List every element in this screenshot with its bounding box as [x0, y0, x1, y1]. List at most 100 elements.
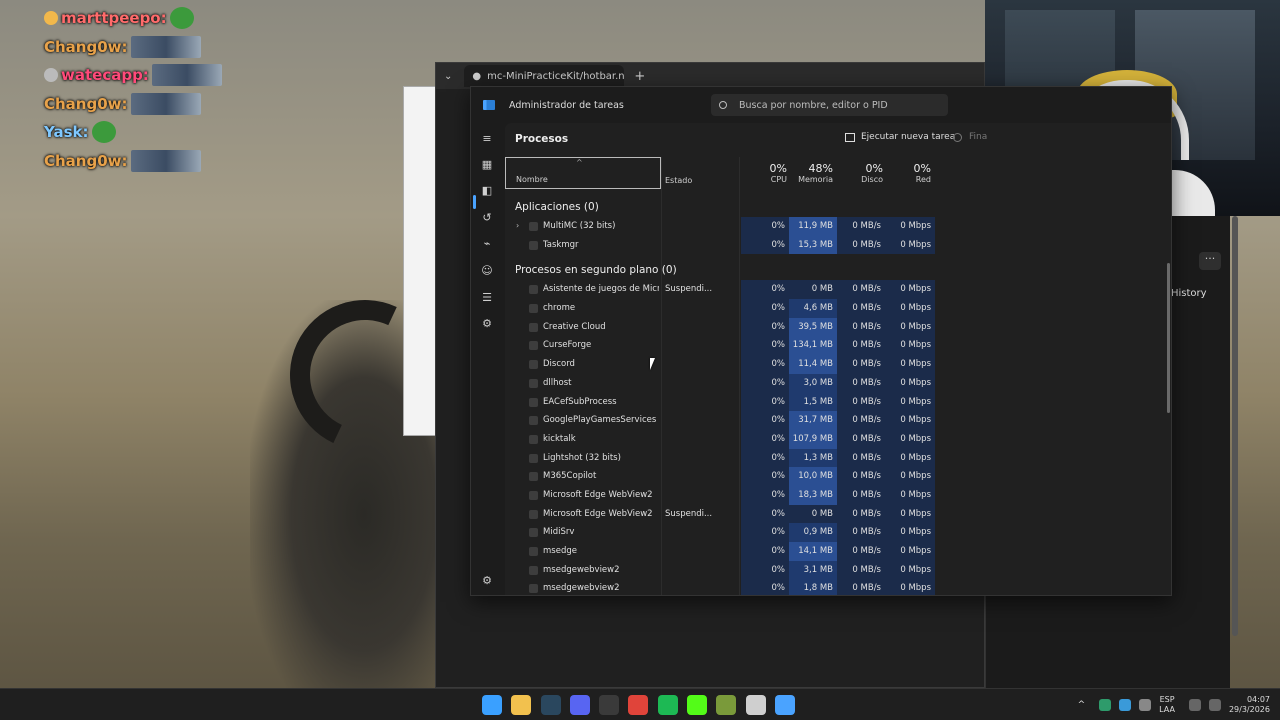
process-name: MultiMC (32 bits) — [543, 221, 616, 231]
process-row[interactable]: CurseForge 0% 134,1 MB 0 MB/s 0 Mbps — [505, 336, 1171, 356]
users-icon[interactable]: ☺ — [481, 265, 493, 277]
mouse-cursor — [650, 358, 655, 370]
tray-app-icon[interactable] — [1139, 699, 1152, 711]
process-disk: 0 MB/s — [837, 485, 885, 505]
process-memory: 0,9 MB — [789, 523, 837, 542]
kick-icon[interactable] — [687, 695, 708, 715]
disk-total: 0% — [865, 162, 883, 175]
processes-icon[interactable]: ▦ — [481, 159, 493, 171]
history-button[interactable]: History — [1171, 288, 1207, 299]
expand-chevron-icon[interactable]: › — [516, 221, 519, 230]
process-row[interactable]: Microsoft Edge WebView2 0% 18,3 MB 0 MB/s 0 … — [505, 485, 1171, 505]
task-manager-window[interactable]: Administrador de tareas Busca por nombre… — [470, 86, 1172, 596]
clock-time: 04:07 — [1246, 695, 1270, 704]
new-tab-icon[interactable]: + — [634, 69, 645, 84]
column-network-label: Red — [915, 175, 931, 184]
process-name: Microsoft Edge WebView2 — [543, 508, 653, 519]
process-network: 0 Mbps — [885, 373, 935, 393]
startup-apps-icon[interactable]: ⌁ — [481, 238, 493, 250]
process-row[interactable]: kicktalk 0% 107,9 MB 0 MB/s 0 Mbps — [505, 429, 1171, 449]
network-icon[interactable] — [1188, 699, 1201, 711]
language-indicator[interactable]: ESP LAA — [1159, 695, 1175, 715]
column-header-status[interactable]: Estado — [665, 157, 692, 189]
end-task-button[interactable]: Fina — [953, 132, 987, 142]
process-disk: 0 MB/s — [837, 355, 885, 374]
process-disk: 0 MB/s — [837, 411, 885, 430]
steam-icon[interactable] — [540, 695, 561, 715]
browser-scrollbar[interactable] — [1232, 216, 1238, 636]
discord-icon[interactable] — [569, 695, 590, 715]
process-name: Discord — [543, 359, 575, 370]
performance-icon[interactable]: ◧ — [481, 185, 493, 197]
clock[interactable]: 04:07 29/3/2026 — [1229, 695, 1270, 715]
obs-icon[interactable] — [599, 695, 620, 715]
stream-chat-overlay: marttpeepo: Chang0w: watecapp: Chang0w: Yask… — [44, 4, 264, 175]
process-memory: 10,0 MB — [789, 467, 837, 486]
process-network: 0 Mbps — [885, 429, 935, 449]
process-network: 0 Mbps — [885, 542, 935, 561]
process-disk: 0 MB/s — [837, 523, 885, 542]
process-row[interactable]: M365Copilot 0% 10,0 MB 0 MB/s 0 Mbps — [505, 467, 1171, 486]
process-network: 0 Mbps — [885, 579, 935, 595]
process-row[interactable]: msedge 0% 14,1 MB 0 MB/s 0 Mbps — [505, 542, 1171, 561]
task-manager-sidebar: ≡ ▦ ◧ ↺ ⌁ ☺ ☰ ⚙ ⚙ — [471, 123, 503, 595]
process-network: 0 Mbps — [885, 280, 935, 300]
run-new-task-button[interactable]: Ejecutar nueva tarea — [845, 132, 955, 142]
process-memory: 1,5 MB — [789, 392, 837, 412]
process-row[interactable]: Discord 0% 11,4 MB 0 MB/s 0 Mbps — [505, 355, 1171, 374]
settings-icon[interactable]: ⚙ — [481, 575, 493, 587]
column-header-memory[interactable]: 48% Memoria — [787, 157, 833, 189]
chat-username: Chang0w: — [44, 94, 128, 113]
process-list-scrollbar[interactable] — [1167, 263, 1170, 413]
spotify-icon[interactable] — [657, 695, 678, 715]
process-cpu: 0% — [741, 467, 789, 486]
tab-list-chevron-icon[interactable]: ⌄ — [444, 71, 452, 82]
process-row[interactable]: Taskmgr 0% 15,3 MB 0 MB/s 0 Mbps — [505, 235, 1171, 255]
process-row[interactable]: EACefSubProcess 0% 1,5 MB 0 MB/s 0 Mbps — [505, 392, 1171, 412]
pepe-emote-icon — [169, 7, 194, 30]
process-row[interactable]: Microsoft Edge WebView2 Suspendi... 0% 0 MB… — [505, 504, 1171, 524]
file-explorer-icon[interactable] — [511, 695, 532, 715]
process-disk: 0 MB/s — [837, 235, 885, 255]
process-icon — [529, 509, 538, 519]
column-header-name[interactable]: ^ Nombre — [505, 157, 661, 189]
section-apps[interactable]: Aplicaciones (0) — [505, 193, 1171, 217]
process-cpu: 0% — [741, 235, 789, 255]
column-header-network[interactable]: 0% Red — [885, 157, 931, 189]
minecraft-icon[interactable] — [716, 695, 737, 715]
hamburger-menu-icon[interactable]: ≡ — [481, 133, 493, 145]
process-row[interactable]: chrome 0% 4,6 MB 0 MB/s 0 Mbps — [505, 299, 1171, 318]
process-row[interactable]: MidiSrv 0% 0,9 MB 0 MB/s 0 Mbps — [505, 523, 1171, 542]
more-options-icon[interactable]: ··· — [1199, 252, 1221, 270]
chrome-icon[interactable] — [628, 695, 649, 715]
process-memory: 15,3 MB — [789, 235, 837, 255]
column-header-disk[interactable]: 0% Disco — [837, 157, 883, 189]
show-hidden-icons-chevron-icon[interactable]: ^ — [1078, 700, 1086, 710]
section-background[interactable]: Procesos en segundo plano (0) — [505, 254, 1171, 280]
process-row[interactable]: GooglePlayGamesServices 0% 31,7 MB 0 MB/s 0 … — [505, 411, 1171, 430]
chat-message: watecapp: — [44, 61, 264, 90]
volume-icon[interactable] — [1208, 699, 1221, 711]
column-header-cpu[interactable]: 0% CPU — [741, 157, 787, 189]
process-row[interactable]: › MultiMC (32 bits) 0% 11,9 MB 0 MB/s 0 Mbps — [505, 217, 1171, 236]
services-icon[interactable]: ⚙ — [481, 318, 493, 330]
process-row[interactable]: Creative Cloud 0% 39,5 MB 0 MB/s 0 Mbps — [505, 317, 1171, 337]
windows-start-icon[interactable] — [482, 695, 502, 715]
process-row[interactable]: Lightshot (32 bits) 0% 1,3 MB 0 MB/s 0 Mbps — [505, 448, 1171, 468]
process-row[interactable]: msedgewebview2 0% 3,1 MB 0 MB/s 0 Mbps — [505, 560, 1171, 580]
process-row[interactable]: Asistente de juegos de Micros... Suspendi… — [505, 280, 1171, 300]
process-search-input[interactable]: Busca por nombre, editor o PID — [711, 94, 948, 116]
process-row[interactable]: dllhost 0% 3,0 MB 0 MB/s 0 Mbps — [505, 373, 1171, 393]
taskmgr-icon[interactable] — [774, 695, 795, 715]
app-history-icon[interactable]: ↺ — [481, 212, 493, 224]
process-network: 0 Mbps — [885, 217, 935, 236]
tray-app-icon[interactable] — [1099, 699, 1112, 711]
process-memory: 0 MB — [789, 280, 837, 300]
browser-tab[interactable]: ● mc-MiniPracticeKit/hotbar.nbt × — [464, 65, 625, 87]
process-cpu: 0% — [741, 448, 789, 468]
end-task-icon — [953, 132, 962, 142]
curseforge-icon[interactable] — [745, 695, 766, 715]
process-row[interactable]: msedgewebview2 0% 1,8 MB 0 MB/s 0 Mbps — [505, 579, 1171, 595]
details-icon[interactable]: ☰ — [481, 292, 493, 304]
tray-app-icon[interactable] — [1119, 699, 1132, 711]
